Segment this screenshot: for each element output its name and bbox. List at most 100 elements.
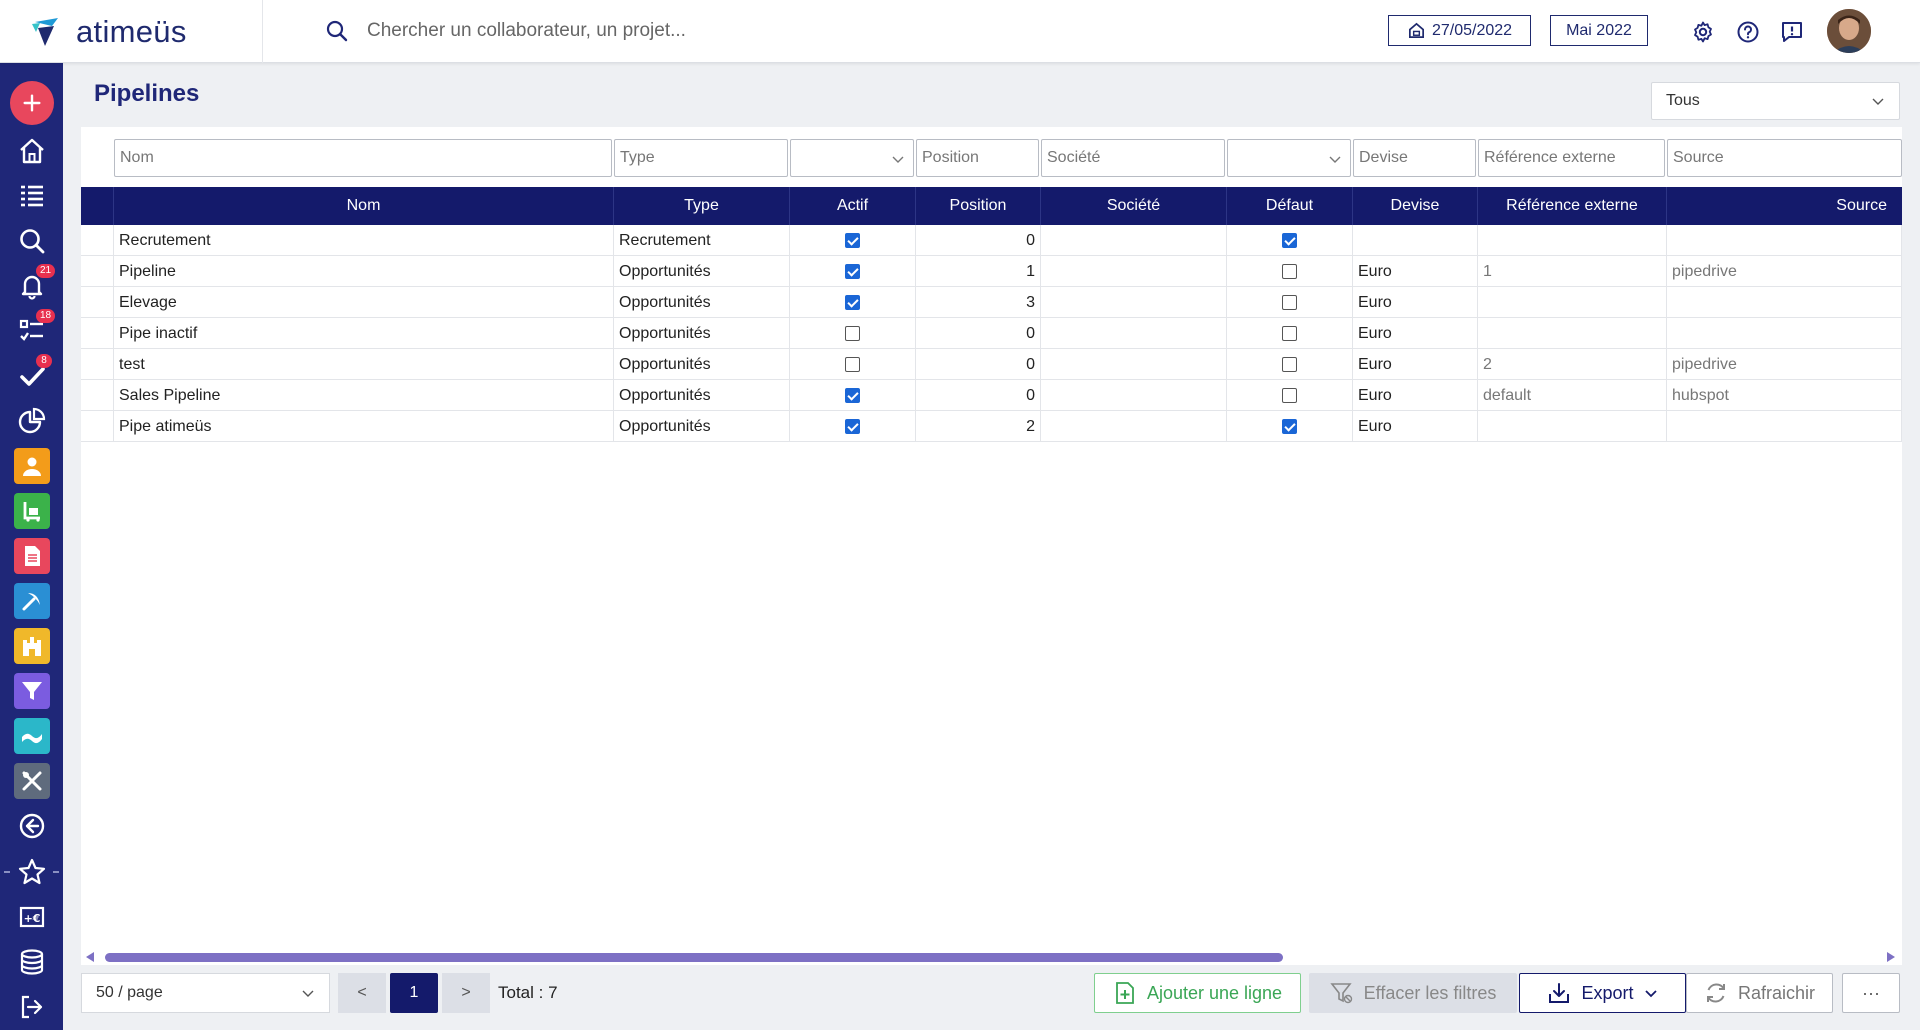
cell-nom[interactable]: Pipe atimeüs [114, 411, 614, 442]
sidebar-item-validations[interactable]: 8 [0, 354, 63, 396]
cell-devise[interactable]: Euro [1353, 349, 1478, 380]
cell-reference[interactable] [1478, 287, 1667, 318]
sidebar-item-reports[interactable] [0, 401, 63, 441]
cell-defaut[interactable] [1227, 411, 1353, 442]
cell-nom[interactable]: Recrutement [114, 225, 614, 256]
table-row[interactable]: test Opportunités 0 Euro 2 pipedrive [81, 349, 1902, 380]
checkbox-defaut[interactable] [1282, 388, 1297, 403]
sidebar-item-expenses[interactable]: +€ [0, 897, 63, 937]
table-row[interactable]: Sales Pipeline Opportunités 0 Euro default hu… [81, 380, 1902, 411]
refresh-button[interactable]: Rafraichir [1686, 973, 1833, 1013]
filter-devise[interactable]: Devise [1353, 139, 1476, 177]
column-header-position[interactable]: Position [916, 187, 1041, 225]
cell-source[interactable] [1667, 287, 1902, 318]
cell-nom[interactable]: Elevage [114, 287, 614, 318]
cell-select[interactable] [81, 256, 114, 287]
filter-type[interactable]: Type [614, 139, 788, 177]
cell-actif[interactable] [790, 380, 916, 411]
prev-page-button[interactable]: < [338, 973, 386, 1013]
cell-defaut[interactable] [1227, 256, 1353, 287]
cell-position[interactable]: 0 [916, 318, 1041, 349]
cell-source[interactable]: pipedrive [1667, 256, 1902, 287]
cell-defaut[interactable] [1227, 349, 1353, 380]
more-actions-button[interactable]: ··· [1842, 973, 1900, 1013]
cell-source[interactable] [1667, 411, 1902, 442]
table-row[interactable]: Pipe atimeüs Opportunités 2 Euro [81, 411, 1902, 442]
cell-nom[interactable]: Pipeline [114, 256, 614, 287]
cell-position[interactable]: 0 [916, 349, 1041, 380]
cell-actif[interactable] [790, 256, 916, 287]
checkbox-actif[interactable] [845, 295, 860, 310]
cell-defaut[interactable] [1227, 380, 1353, 411]
period-button[interactable]: Mai 2022 [1550, 15, 1648, 46]
cell-type[interactable]: Opportunités [614, 287, 790, 318]
table-row[interactable]: Recrutement Recrutement 0 [81, 225, 1902, 256]
search-input[interactable] [367, 20, 887, 42]
cell-actif[interactable] [790, 411, 916, 442]
sidebar-item-search[interactable] [0, 221, 63, 261]
filter-nom[interactable]: Nom [114, 139, 612, 177]
filter-societe[interactable]: Société [1041, 139, 1225, 177]
sidebar-item-database[interactable] [0, 942, 63, 982]
table-row[interactable]: Pipe inactif Opportunités 0 Euro [81, 318, 1902, 349]
per-page-select[interactable]: 50 / page [81, 973, 330, 1013]
scroll-left-icon[interactable] [86, 952, 94, 962]
cell-select[interactable] [81, 349, 114, 380]
sidebar-item-projects[interactable] [0, 581, 63, 621]
checkbox-defaut[interactable] [1282, 357, 1297, 372]
cell-defaut[interactable] [1227, 225, 1353, 256]
search-icon[interactable] [325, 19, 349, 43]
cell-defaut[interactable] [1227, 318, 1353, 349]
sidebar-item-home[interactable] [0, 131, 63, 171]
column-header-reference[interactable]: Référence externe [1478, 187, 1667, 225]
cell-actif[interactable] [790, 318, 916, 349]
filter-defaut[interactable] [1227, 139, 1351, 177]
checkbox-actif[interactable] [845, 419, 860, 434]
user-avatar[interactable] [1827, 9, 1871, 53]
cell-type[interactable]: Opportunités [614, 380, 790, 411]
cell-nom[interactable]: Pipe inactif [114, 318, 614, 349]
cell-reference[interactable] [1478, 318, 1667, 349]
cell-position[interactable]: 1 [916, 256, 1041, 287]
cell-devise[interactable]: Euro [1353, 318, 1478, 349]
checkbox-defaut[interactable] [1282, 233, 1297, 248]
export-button[interactable]: Export [1519, 973, 1686, 1013]
cell-type[interactable]: Opportunités [614, 349, 790, 380]
cell-position[interactable]: 0 [916, 225, 1041, 256]
cell-reference[interactable]: 2 [1478, 349, 1667, 380]
column-header-actif[interactable]: Actif [790, 187, 916, 225]
cell-societe[interactable] [1041, 225, 1227, 256]
sidebar-item-planning[interactable] [0, 626, 63, 666]
cell-reference[interactable]: default [1478, 380, 1667, 411]
cell-societe[interactable] [1041, 287, 1227, 318]
cell-type[interactable]: Opportunités [614, 256, 790, 287]
table-row[interactable]: Elevage Opportunités 3 Euro [81, 287, 1902, 318]
column-header-defaut[interactable]: Défaut [1227, 187, 1353, 225]
cell-societe[interactable] [1041, 318, 1227, 349]
filter-actif[interactable] [790, 139, 914, 177]
sidebar-item-pipelines[interactable] [0, 671, 63, 711]
create-button[interactable] [9, 81, 54, 125]
cell-source[interactable]: hubspot [1667, 380, 1902, 411]
sidebar-item-create[interactable] [0, 81, 63, 125]
cell-reference[interactable] [1478, 411, 1667, 442]
cell-societe[interactable] [1041, 349, 1227, 380]
checkbox-defaut[interactable] [1282, 264, 1297, 279]
cell-select[interactable] [81, 225, 114, 256]
checkbox-defaut[interactable] [1282, 295, 1297, 310]
current-page-button[interactable]: 1 [390, 973, 438, 1013]
column-header-nom[interactable]: Nom [114, 187, 614, 225]
clear-filters-button[interactable]: Effacer les filtres [1309, 973, 1517, 1013]
cell-nom[interactable]: Sales Pipeline [114, 380, 614, 411]
checkbox-defaut[interactable] [1282, 419, 1297, 434]
checkbox-actif[interactable] [845, 326, 860, 341]
next-page-button[interactable]: > [442, 973, 490, 1013]
help-icon[interactable] [1736, 20, 1760, 44]
checkbox-defaut[interactable] [1282, 326, 1297, 341]
cell-source[interactable] [1667, 318, 1902, 349]
cell-devise[interactable]: Euro [1353, 411, 1478, 442]
checkbox-actif[interactable] [845, 264, 860, 279]
filter-source[interactable]: Source [1667, 139, 1902, 177]
filter-reference[interactable]: Référence externe [1478, 139, 1665, 177]
cell-actif[interactable] [790, 349, 916, 380]
